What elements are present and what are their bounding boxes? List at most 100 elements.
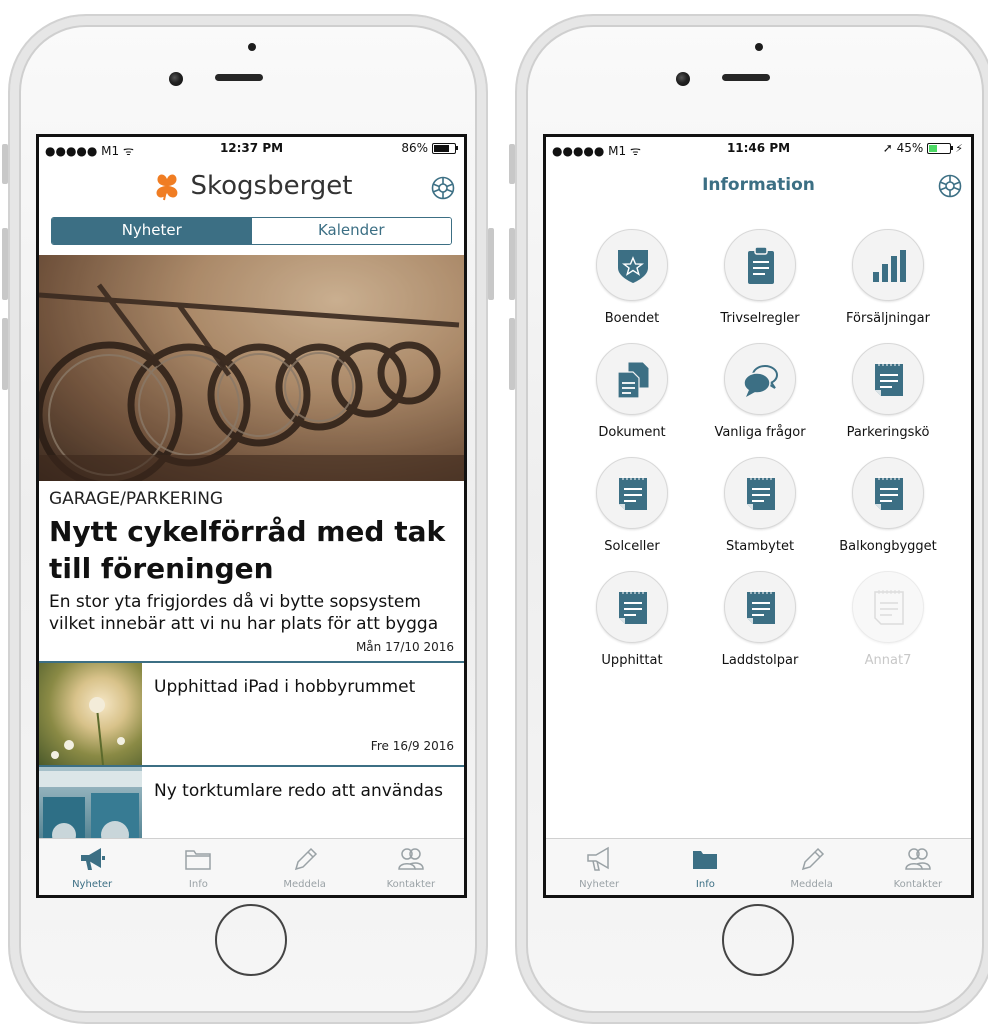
tab-meddela[interactable]: Meddela	[759, 839, 865, 895]
notepad-icon	[619, 590, 647, 624]
article-headline[interactable]: Nytt cykelförråd med tak till föreningen	[49, 513, 454, 587]
battery-status: ➚ 45% ⚡	[883, 141, 963, 155]
brand-name: Skogsberget	[190, 171, 353, 201]
bicycle-rack-photo[interactable]	[39, 255, 464, 481]
bicycle-illustration	[39, 255, 464, 481]
settings-gear-icon[interactable]	[937, 173, 963, 199]
megaphone-icon	[81, 848, 106, 870]
icon-circle	[852, 457, 924, 529]
info-item-balkongbygget[interactable]: Balkongbygget	[828, 457, 948, 554]
speech-bubbles-icon	[743, 365, 778, 397]
contacts-icon	[398, 848, 424, 870]
icon-circle	[724, 571, 796, 643]
battery-icon	[927, 142, 954, 154]
icon-circle	[724, 457, 796, 529]
info-item-solceller[interactable]: Solceller	[572, 457, 692, 554]
article-category: GARAGE/PARKERING	[49, 489, 224, 509]
tab-label: Meddela	[283, 879, 326, 890]
flower-photo	[39, 663, 142, 766]
info-item-trivselregler[interactable]: Trivselregler	[700, 229, 820, 326]
info-item-label: Trivselregler	[720, 311, 800, 326]
volume-down-button	[509, 318, 515, 390]
tab-kontakter[interactable]: Kontakter	[358, 839, 464, 895]
tab-label: Info	[695, 879, 715, 890]
info-item-stambytet[interactable]: Stambytet	[700, 457, 820, 554]
tab-info[interactable]: Info	[652, 839, 758, 895]
settings-gear-icon[interactable]	[430, 175, 456, 201]
info-item-label: Balkongbygget	[839, 539, 937, 554]
article-date: Mån 17/10 2016	[355, 640, 454, 654]
mute-switch	[2, 144, 8, 184]
info-item-upphittat[interactable]: Upphittat	[572, 571, 692, 668]
info-item-label: Laddstolpar	[721, 653, 799, 668]
icon-circle	[852, 343, 924, 415]
icon-circle	[724, 229, 796, 301]
left-phone: ●●●●● M1 ᯤ 12:37 PM 86% Skogsberget Nyhe…	[2, 14, 494, 1024]
info-item-forsaljningar[interactable]: Försäljningar	[828, 229, 948, 326]
folder-icon	[185, 850, 212, 870]
status-time: 12:37 PM	[219, 141, 284, 155]
notepad-icon	[747, 590, 775, 624]
news-screen: ●●●●● M1 ᯤ 12:37 PM 86% Skogsberget Nyhe…	[36, 134, 467, 898]
info-item-label: Parkeringskö	[846, 425, 930, 440]
article-summary: En stor yta frigjordes då vi bytte sopsy…	[49, 592, 439, 634]
tab-nyheter[interactable]: Nyheter	[39, 839, 145, 895]
tab-kontakter[interactable]: Kontakter	[865, 839, 971, 895]
megaphone-icon	[587, 846, 609, 871]
list-item-title: Ny torktumlare redo att användas	[154, 781, 444, 801]
bar-chart-icon	[873, 250, 906, 282]
info-item-label: Upphittat	[601, 653, 663, 668]
battery-icon	[432, 142, 458, 154]
list-item[interactable]: Upphittad iPad i hobbyrummet Fre 16/9 20…	[39, 663, 464, 766]
info-item-label: Dokument	[598, 425, 666, 440]
clover-logo-icon	[157, 174, 178, 201]
page-title: Information	[702, 175, 815, 195]
volume-up-button	[509, 228, 515, 300]
info-item-laddstolpar[interactable]: Laddstolpar	[700, 571, 820, 668]
clipboard-icon	[748, 246, 774, 284]
tab-label: Meddela	[790, 879, 833, 890]
notepad-icon	[747, 476, 775, 510]
tab-bar: Nyheter Info Meddela Kontakter	[39, 838, 464, 895]
tab-meddela[interactable]: Meddela	[252, 839, 358, 895]
tab-bar: Nyheter Info Meddela Kontakter	[546, 838, 971, 895]
earpiece-speaker	[722, 74, 770, 81]
shield-star-icon	[618, 250, 648, 283]
tab-label: Info	[188, 879, 208, 890]
contacts-icon	[905, 848, 931, 870]
segment-nyheter[interactable]: Nyheter	[52, 218, 252, 244]
front-camera	[676, 72, 690, 86]
tab-nyheter[interactable]: Nyheter	[546, 839, 652, 895]
info-item-vanliga-fragor[interactable]: Vanliga frågor	[700, 343, 820, 440]
pencil-icon	[294, 847, 317, 871]
home-button[interactable]	[722, 904, 794, 976]
tab-info[interactable]: Info	[145, 839, 251, 895]
info-item-dokument[interactable]: Dokument	[572, 343, 692, 440]
icon-circle	[596, 571, 668, 643]
info-item-boendet[interactable]: Boendet	[572, 229, 692, 326]
icon-circle	[596, 457, 668, 529]
info-item-parkeringsko[interactable]: Parkeringskö	[828, 343, 948, 440]
brand-header: Skogsberget	[39, 171, 464, 201]
info-item-label: Solceller	[604, 539, 660, 554]
front-camera	[169, 72, 183, 86]
proximity-sensor	[755, 43, 763, 51]
mute-switch	[509, 144, 515, 184]
charging-icon: ⚡	[955, 141, 963, 155]
notepad-icon	[619, 476, 647, 510]
right-phone: ●●●●● M1 ᯤ 11:46 PM ➚ 45% ⚡ Information	[509, 14, 988, 1024]
list-item-date: Fre 16/9 2016	[370, 739, 454, 753]
icon-circle	[596, 229, 668, 301]
power-button	[488, 228, 494, 300]
segment-kalender[interactable]: Kalender	[251, 218, 451, 244]
info-item-annat7: Annat7	[828, 571, 948, 668]
home-button[interactable]	[215, 904, 287, 976]
info-screen: ●●●●● M1 ᯤ 11:46 PM ➚ 45% ⚡ Information	[543, 134, 974, 898]
documents-icon	[617, 361, 650, 399]
notepad-icon	[874, 590, 904, 625]
volume-up-button	[2, 228, 8, 300]
status-bar: ●●●●● M1 ᯤ 12:37 PM 86%	[39, 137, 464, 161]
icon-circle	[852, 229, 924, 301]
icon-circle	[596, 343, 668, 415]
info-item-label: Annat7	[864, 653, 912, 668]
